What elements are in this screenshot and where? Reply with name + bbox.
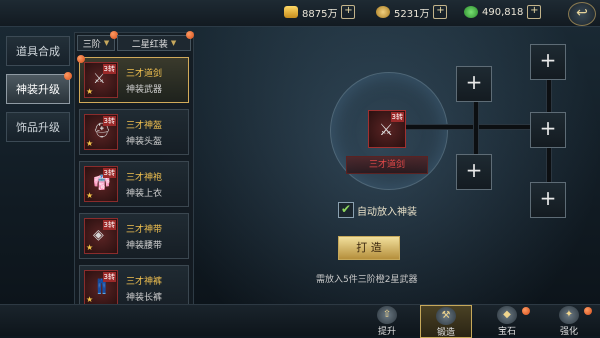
notification-dot [584,307,592,315]
auto-place-label: 自动放入神装 [357,207,417,218]
item-thumbnail: 👖 3转 ★ [84,270,118,306]
notification-dot [522,307,530,315]
tab-strengthen[interactable]: ✦ 强化 [544,305,594,337]
item-thumbnail: ⛑ 3转 ★ [84,114,118,150]
item-name: 三才神盔 [126,120,163,131]
bottom-tab-bar: ⇧ 提升 ⚒ 锻造 ◆ 宝石 ✦ 强化 [0,304,600,338]
item-type: 神装武器 [126,84,163,95]
quality-filter-label: 二星红装 [131,39,168,50]
tier-filter[interactable]: 三阶 ▼ [77,31,118,51]
forge-requirement-hint: 需放入5件三阶橙2星武器 [316,275,418,285]
strengthen-icon: ✦ [559,306,579,324]
list-item[interactable]: 👘 3转 ★ 三才神袍 神装上衣 [79,161,189,207]
star-icon: ★ [86,243,94,252]
gem-icon: ◆ [497,306,517,324]
tier-badge: 3转 [102,116,116,126]
tier-badge: 3转 [102,64,116,74]
item-type: 神装长裤 [126,292,163,303]
tab-label: 宝石 [497,327,516,337]
item-name: 三才神带 [126,224,163,235]
gold-amount: 8875万 [302,8,338,20]
notification-dot [186,31,194,39]
star-icon: ★ [86,295,94,304]
tab-forge[interactable]: ⚒ 锻造 [420,305,472,338]
tab-label: 强化 [559,327,578,337]
tier-badge: 3转 [390,112,404,122]
tier-badge: 3转 [102,220,116,230]
jade-icon [464,6,478,18]
upgrade-icon: ⇧ [377,306,397,324]
star-icon: ★ [86,191,94,200]
coin-icon [376,6,390,18]
item-thumbnail: 👘 3转 ★ [84,166,118,202]
silver-amount: 5231万 [394,8,430,20]
star-icon: ★ [86,87,94,96]
material-slot-add[interactable]: + [530,112,566,148]
item-type: 神装上衣 [126,188,163,199]
gold-add-button[interactable]: + [341,5,356,19]
forge-area: ⚔ 3转 三才道剑 + + + + + ✔ 自动放入神装 打 造 需放入5件三阶… [198,32,596,304]
item-name: 三才神袍 [126,172,163,183]
gold-resource: 8875万 + [284,3,356,21]
chevron-down-icon: ▼ [170,39,177,47]
jade-add-button[interactable]: + [527,5,542,19]
item-type: 神装腰带 [126,240,163,251]
list-item[interactable]: ⛑ 3转 ★ 三才神盔 神装头盔 [79,109,189,155]
tab-upgrade[interactable]: ⇧ 提升 [362,305,412,337]
equipment-list-panel: 三阶 ▼ 二星红装 ▼ ⚔ 3转 ★ 三才道剑 神装武器 ⛑ 3转 ★ 三才神盔 [74,31,194,311]
nav-item-label: 饰品升级 [16,121,60,134]
material-slot-add[interactable]: + [456,66,492,102]
material-slot-add[interactable]: + [530,182,566,218]
nav-item-upgrade[interactable]: 神装升级 [6,72,72,104]
item-thumbnail: ⚔ 3转 ★ [84,62,118,98]
filter-row: 三阶 ▼ 二星红装 ▼ [75,31,194,53]
tab-gem[interactable]: ◆ 宝石 [482,305,532,337]
jade-amount: 490,818 [482,6,524,18]
item-name: 三才道剑 [126,68,163,79]
gold-ingot-icon [284,6,298,18]
anvil-icon: ⚒ [436,307,456,325]
notification-dot [77,55,85,63]
silver-add-button[interactable]: + [433,5,448,19]
tier-badge: 3转 [102,272,116,282]
material-slot-add[interactable]: + [456,154,492,190]
tab-label: 锻造 [436,328,455,338]
forge-button[interactable]: 打 造 [338,236,400,260]
chevron-down-icon: ▼ [103,39,110,47]
item-thumbnail: ◈ 3转 ★ [84,218,118,254]
jade-resource: 490,818 + [464,3,542,21]
tab-label: 提升 [377,327,396,337]
quality-filter[interactable]: 二星红装 ▼ [117,31,194,51]
material-slot-add[interactable]: + [530,44,566,80]
item-type: 神装头盔 [126,136,163,147]
nav-item-label: 道具合成 [16,45,60,58]
silver-resource: 5231万 + [376,3,448,21]
star-icon: ★ [86,139,94,148]
list-item[interactable]: ⚔ 3转 ★ 三才道剑 神装武器 [77,55,189,103]
nav-item-synthesis[interactable]: 道具合成 [6,36,70,66]
tier-badge: 3转 [102,168,116,178]
back-button[interactable]: ↩ [568,2,596,26]
nav-item-accessory[interactable]: 饰品升级 [6,112,70,142]
top-resource-bar: 8875万 + 5231万 + 490,818 + ↩ [0,0,600,27]
target-item-slot[interactable]: ⚔ 3转 [368,110,406,148]
item-name: 三才神裤 [126,276,163,287]
sword-icon: ⚔ [379,120,394,139]
nav-item-label: 神装升级 [16,83,60,96]
list-item[interactable]: ◈ 3转 ★ 三才神带 神装腰带 [79,213,189,259]
left-nav: 道具合成 神装升级 饰品升级 [6,36,72,150]
auto-place-checkbox[interactable]: ✔ [338,202,354,218]
target-item-name: 三才道剑 [346,156,428,174]
notification-dot [64,72,72,80]
tier-filter-label: 三阶 [82,39,101,50]
